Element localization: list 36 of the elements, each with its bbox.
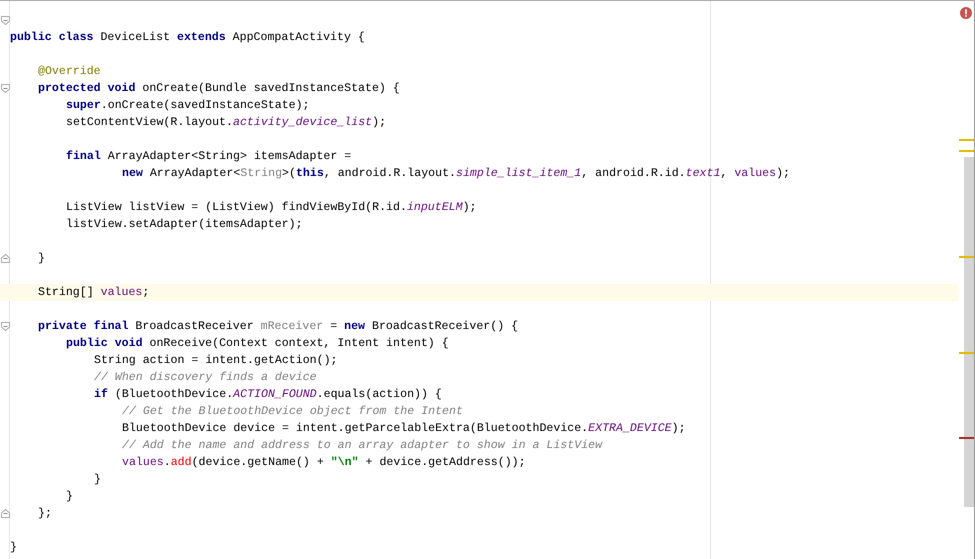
warning-marker[interactable] [959,256,974,258]
code-line: } [38,251,45,267]
code-line: public class DeviceList extends AppCompatActivity { [10,30,365,46]
code-line: String[] values; [38,285,150,301]
fold-marker-icon[interactable] [1,16,10,25]
code-line: super.onCreate(savedInstanceState); [66,98,310,114]
code-line: } [94,472,101,488]
code-line: BluetoothDevice device = intent.getParcelableExtra(BluetoothDevice.EXTRA_DEVICE); [122,421,686,437]
code-line: }; [38,506,52,522]
error-marker[interactable] [959,437,974,439]
fold-marker-icon[interactable] [1,322,10,331]
warning-marker[interactable] [959,139,974,141]
code-line: } [10,540,17,556]
code-line: String action = intent.getAction(); [94,353,338,369]
code-line: // Get the BluetoothDevice object from the Intent [122,404,463,420]
code-line: if (BluetoothDevice.ACTION_FOUND.equals(action)) { [94,387,442,403]
code-line: protected void onCreate(Bundle savedInstanceState) { [38,81,400,97]
code-line: final ArrayAdapter<String> itemsAdapter = [66,149,352,165]
code-line: @Override [38,64,101,80]
code-line: private final BroadcastReceiver mReceiver = new BroadcastReceiver() { [38,319,518,335]
code-line: // Add the name and address to an array adapter to show in a ListView [122,438,602,454]
code-line: values.add(device.getName() + "\n" + device.getAddress()); [122,455,526,471]
fold-marker-icon[interactable] [1,84,10,93]
error-icon[interactable] [960,7,972,19]
warning-marker[interactable] [959,352,974,354]
code-line: // When discovery finds a device [94,370,317,386]
code-line: } [66,489,73,505]
warning-marker[interactable] [959,150,974,152]
fold-marker-icon[interactable] [1,254,10,263]
code-line: setContentView(R.layout.activity_device_list); [66,115,386,131]
fold-marker-icon[interactable] [1,509,10,518]
code-line: new ArrayAdapter<String>(this, android.R.layout.simple_list_item_1, android.R.id.text1, values); [122,166,790,182]
code-line: ListView listView = (ListView) findViewById(R.id.inputELM); [66,200,477,216]
scrollbar-thumb[interactable] [964,157,974,507]
code-line: listView.setAdapter(itemsAdapter); [66,217,303,233]
code-line: public void onReceive(Context context, Intent intent) { [66,336,449,352]
